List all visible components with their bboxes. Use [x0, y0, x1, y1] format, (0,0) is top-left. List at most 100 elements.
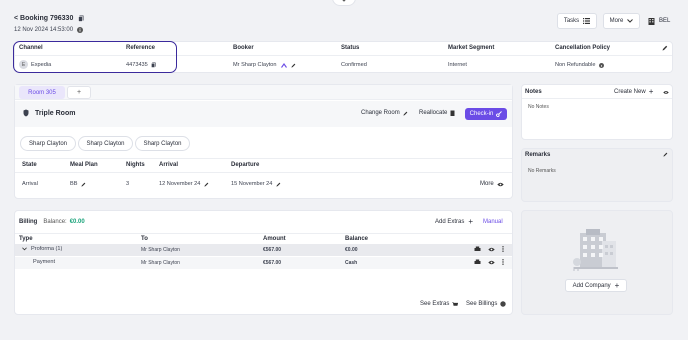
eye-icon	[496, 182, 504, 186]
th-type: Type	[19, 236, 33, 242]
room-more-label: More	[480, 181, 494, 187]
coin-icon	[500, 301, 507, 307]
create-note-button[interactable]: Create New +	[614, 87, 654, 96]
building-icon	[648, 18, 655, 25]
tab-room-305[interactable]: Room 305	[19, 86, 65, 99]
eye-icon[interactable]	[488, 260, 495, 265]
guest-name: Sharp Clayton	[28, 140, 68, 147]
property-selector[interactable]: BEL	[648, 17, 670, 25]
add-room-tab[interactable]: +	[67, 86, 91, 99]
edit-icon[interactable]	[276, 182, 281, 187]
th-amount: Amount	[263, 236, 286, 242]
market-segment-value: Internet	[448, 62, 467, 68]
billing-amount: €567.00	[263, 260, 282, 266]
col-market-segment: Market Segment	[448, 45, 495, 51]
remarks-title: Remarks	[525, 152, 551, 158]
billing-amount: €567.00	[263, 247, 282, 253]
more-button[interactable]: More	[603, 13, 640, 29]
see-billings-button[interactable]: See Billings	[466, 301, 507, 307]
room-type: Triple Room	[35, 109, 76, 117]
state-value: Arrival	[22, 181, 38, 187]
eye-icon[interactable]	[663, 90, 669, 95]
billing-balance: Cash	[345, 260, 358, 266]
guest-pill-1[interactable]: Sharp Clayton	[20, 136, 76, 151]
nights-value: 3	[126, 181, 130, 187]
guest-pill-3[interactable]: Sharp Clayton	[135, 136, 190, 151]
edit-icon[interactable]	[663, 152, 668, 157]
change-room-button[interactable]: Change Room	[361, 110, 408, 116]
status-value: Confirmed	[341, 62, 367, 68]
edit-icon[interactable]	[290, 63, 296, 68]
add-tab-label: +	[76, 89, 82, 96]
plus-icon: +	[614, 280, 620, 290]
add-company-button[interactable]: Add Company +	[565, 279, 627, 292]
edit-icon[interactable]	[662, 45, 668, 51]
key-icon	[496, 111, 503, 117]
th-to: To	[141, 236, 148, 242]
more-label: More	[609, 18, 624, 24]
guest-name: Sharp Clayton	[86, 140, 125, 147]
eye-icon[interactable]	[488, 247, 495, 252]
guest-pill-2[interactable]: Sharp Clayton	[78, 136, 133, 151]
chevron-down-icon	[342, 0, 346, 2]
edit-icon[interactable]	[204, 182, 209, 187]
list-icon	[583, 18, 591, 24]
add-extras-label: Add Extras	[435, 219, 465, 225]
reallocate-button[interactable]: Reallocate	[419, 110, 455, 116]
balance-label: Balance:	[43, 219, 67, 225]
chevron-down-icon[interactable]	[22, 247, 27, 251]
info-icon	[77, 27, 84, 33]
booking-title[interactable]: < Booking 796330	[14, 15, 73, 22]
add-company-label: Add Company	[572, 282, 611, 289]
col-booker: Booker	[233, 45, 254, 51]
print-icon[interactable]	[474, 259, 481, 265]
notes-empty: No Notes	[528, 104, 549, 110]
tasks-label: Tasks	[563, 18, 580, 24]
billing-title: Billing	[19, 219, 38, 225]
meal-plan-value: BB	[70, 181, 78, 187]
manual-button[interactable]: Manual	[483, 219, 503, 225]
info-icon[interactable]	[599, 62, 605, 68]
plus-icon: +	[648, 87, 654, 96]
kebab-icon[interactable]	[502, 246, 504, 252]
th-meal-plan: Meal Plan	[70, 162, 98, 168]
create-new-label: Create New	[614, 89, 646, 95]
billing-type: Payment	[33, 259, 56, 265]
booking-timestamp: 12 Nov 2024 14:53:00	[14, 27, 74, 33]
user-link-icon[interactable]	[280, 62, 287, 68]
col-status: Status	[341, 45, 360, 51]
check-in-label: Check-in	[469, 111, 494, 117]
see-extras-button[interactable]: See Extras	[420, 301, 459, 307]
cancellation-policy-value: Non Refundable	[555, 62, 596, 68]
th-nights: Nights	[126, 162, 145, 168]
th-arrival: Arrival	[159, 162, 179, 168]
shield-icon	[23, 109, 29, 117]
add-extras-button[interactable]: Add Extras +	[435, 217, 474, 226]
plus-icon: +	[468, 217, 474, 226]
kebab-icon[interactable]	[502, 259, 504, 265]
chevron-down-icon	[627, 19, 634, 23]
th-state: State	[22, 162, 37, 168]
check-in-button[interactable]: Check-in	[465, 108, 507, 120]
manual-label: Manual	[483, 219, 503, 225]
reallocate-label: Reallocate	[419, 110, 448, 116]
tasks-button[interactable]: Tasks	[557, 13, 597, 29]
change-room-label: Change Room	[361, 110, 400, 116]
property-code: BEL	[659, 18, 671, 24]
billing-to: Mr Sharp Clayton	[141, 247, 180, 253]
edit-icon	[403, 111, 408, 116]
edit-icon[interactable]	[81, 182, 86, 187]
arrival-value: 12 November 24	[159, 181, 201, 187]
copy-icon[interactable]	[78, 15, 84, 22]
billing-balance: €0.00	[345, 247, 358, 253]
billing-type: Proforma (1)	[31, 246, 63, 252]
th-departure: Departure	[231, 162, 260, 168]
channel-reference-highlight	[13, 41, 177, 73]
collapse-tab[interactable]	[332, 0, 356, 6]
billing-to: Mr Sharp Clayton	[141, 260, 180, 266]
print-icon[interactable]	[474, 246, 481, 252]
remarks-empty: No Remarks	[528, 168, 556, 174]
booker-value[interactable]: Mr Sharp Clayton	[233, 62, 277, 68]
col-cancellation-policy: Cancellation Policy	[555, 45, 611, 51]
room-more-button[interactable]: More	[480, 181, 504, 187]
